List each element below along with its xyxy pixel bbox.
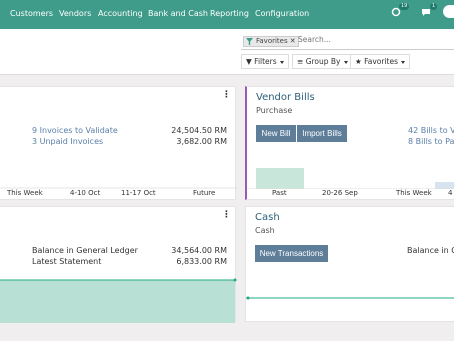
- card-menu-icon[interactable]: ⋮: [222, 90, 231, 100]
- filter-icon: ▼: [246, 57, 252, 66]
- group-by-dropdown[interactable]: ≡ Group By: [292, 54, 353, 69]
- axis-label: This Week: [7, 189, 43, 197]
- caret-down-icon: [343, 60, 348, 64]
- chart-bar-future: [435, 182, 454, 189]
- chart-bar-past: [256, 168, 304, 189]
- menu-vendors[interactable]: Vendors: [59, 9, 91, 18]
- new-bill-button[interactable]: New Bill: [256, 125, 296, 142]
- card-subtitle: Cash: [255, 226, 275, 235]
- menu-customers[interactable]: Customers: [10, 9, 53, 18]
- menu-bank-and-cash[interactable]: Bank and Cash: [148, 9, 208, 18]
- cash-balance-chart: [246, 296, 454, 300]
- new-transactions-button[interactable]: New Transactions: [255, 245, 328, 262]
- search-bar: Favorites ✕: [241, 34, 454, 50]
- favorites-facet: Favorites ✕: [243, 36, 299, 47]
- chart-point: [246, 296, 250, 300]
- top-navbar: Customers Vendors Accounting Bank and Ca…: [0, 0, 454, 29]
- bills-to-pay-link[interactable]: 8 Bills to Pay: [408, 137, 454, 146]
- bills-to-validate-link[interactable]: 42 Bills to Valid: [408, 126, 454, 135]
- card-menu-icon[interactable]: ⋮: [222, 210, 231, 220]
- star-icon: ★: [355, 57, 362, 66]
- control-panel: Favorites ✕ ▼ Filters ≡ Group By ★ Favor…: [0, 29, 454, 75]
- search-input[interactable]: [298, 35, 398, 44]
- card-title[interactable]: Vendor Bills: [256, 92, 315, 103]
- vendor-bills-card: Vendor Bills Purchase New Bill Import Bi…: [245, 86, 454, 200]
- axis-label: Future: [193, 189, 216, 197]
- favorites-label: Favorites: [364, 57, 399, 66]
- latest-statement-label: Latest Statement: [32, 257, 102, 266]
- balance-general-ledger-label: Balance in General Ledger: [32, 246, 138, 255]
- balance-general-ledger-amount: 34,564.00 RM: [171, 246, 227, 255]
- cash-journal-card: Cash Cash New Transactions Balance in Ge…: [245, 206, 454, 322]
- unpaid-invoices-amount: 3,682.00 RM: [176, 137, 227, 146]
- axis-label: Past: [272, 189, 287, 197]
- caret-down-icon: [279, 60, 284, 64]
- invoices-to-validate-amount: 24,504.50 RM: [171, 126, 227, 135]
- axis-label: 4-10 Oct: [70, 189, 101, 197]
- remove-facet-icon[interactable]: ✕: [290, 37, 296, 46]
- axis-label: 11-17 Oct: [121, 189, 156, 197]
- sales-journal-card: ⋮ 9 Invoices to Validate 3 Unpaid Invoic…: [0, 86, 237, 200]
- vendor-bills-chart: [247, 168, 454, 189]
- group-by-label: Group By: [305, 57, 341, 66]
- filters-label: Filters: [254, 57, 277, 66]
- axis-label: 20-26 Sep: [322, 189, 358, 197]
- menu-reporting[interactable]: Reporting: [210, 9, 249, 18]
- axis-label: 4: [448, 189, 453, 197]
- favorites-dropdown[interactable]: ★ Favorites: [350, 54, 411, 69]
- invoices-to-validate-link[interactable]: 9 Invoices to Validate: [32, 126, 118, 135]
- facet-label: Favorites: [256, 37, 288, 45]
- group-by-icon: ≡: [297, 57, 304, 66]
- chart-point: [233, 278, 237, 282]
- chart-area: [0, 280, 235, 323]
- card-title[interactable]: Cash: [255, 212, 280, 223]
- filter-icon: [246, 38, 253, 45]
- import-bills-button[interactable]: Import Bills: [297, 125, 347, 142]
- unpaid-invoices-link[interactable]: 3 Unpaid Invoices: [32, 137, 103, 146]
- activity-count-badge: 19: [399, 3, 410, 10]
- filters-dropdown[interactable]: ▼ Filters: [241, 54, 289, 69]
- card-subtitle: Purchase: [256, 106, 293, 115]
- messages-count-badge: 1: [430, 3, 438, 10]
- axis-label: This Week: [396, 189, 432, 197]
- mode-toggle[interactable]: [443, 5, 454, 18]
- bank-balance-chart: [0, 278, 237, 323]
- latest-statement-amount: 6,833.00 RM: [176, 257, 227, 266]
- menu-accounting[interactable]: Accounting: [98, 9, 143, 18]
- menu-configuration[interactable]: Configuration: [255, 9, 309, 18]
- balance-general-ledger-label: Balance in Gene: [407, 246, 454, 255]
- caret-down-icon: [401, 60, 406, 64]
- bank-journal-card: ⋮ Balance in General Ledger Latest State…: [0, 206, 237, 323]
- chat-icon[interactable]: [421, 7, 431, 19]
